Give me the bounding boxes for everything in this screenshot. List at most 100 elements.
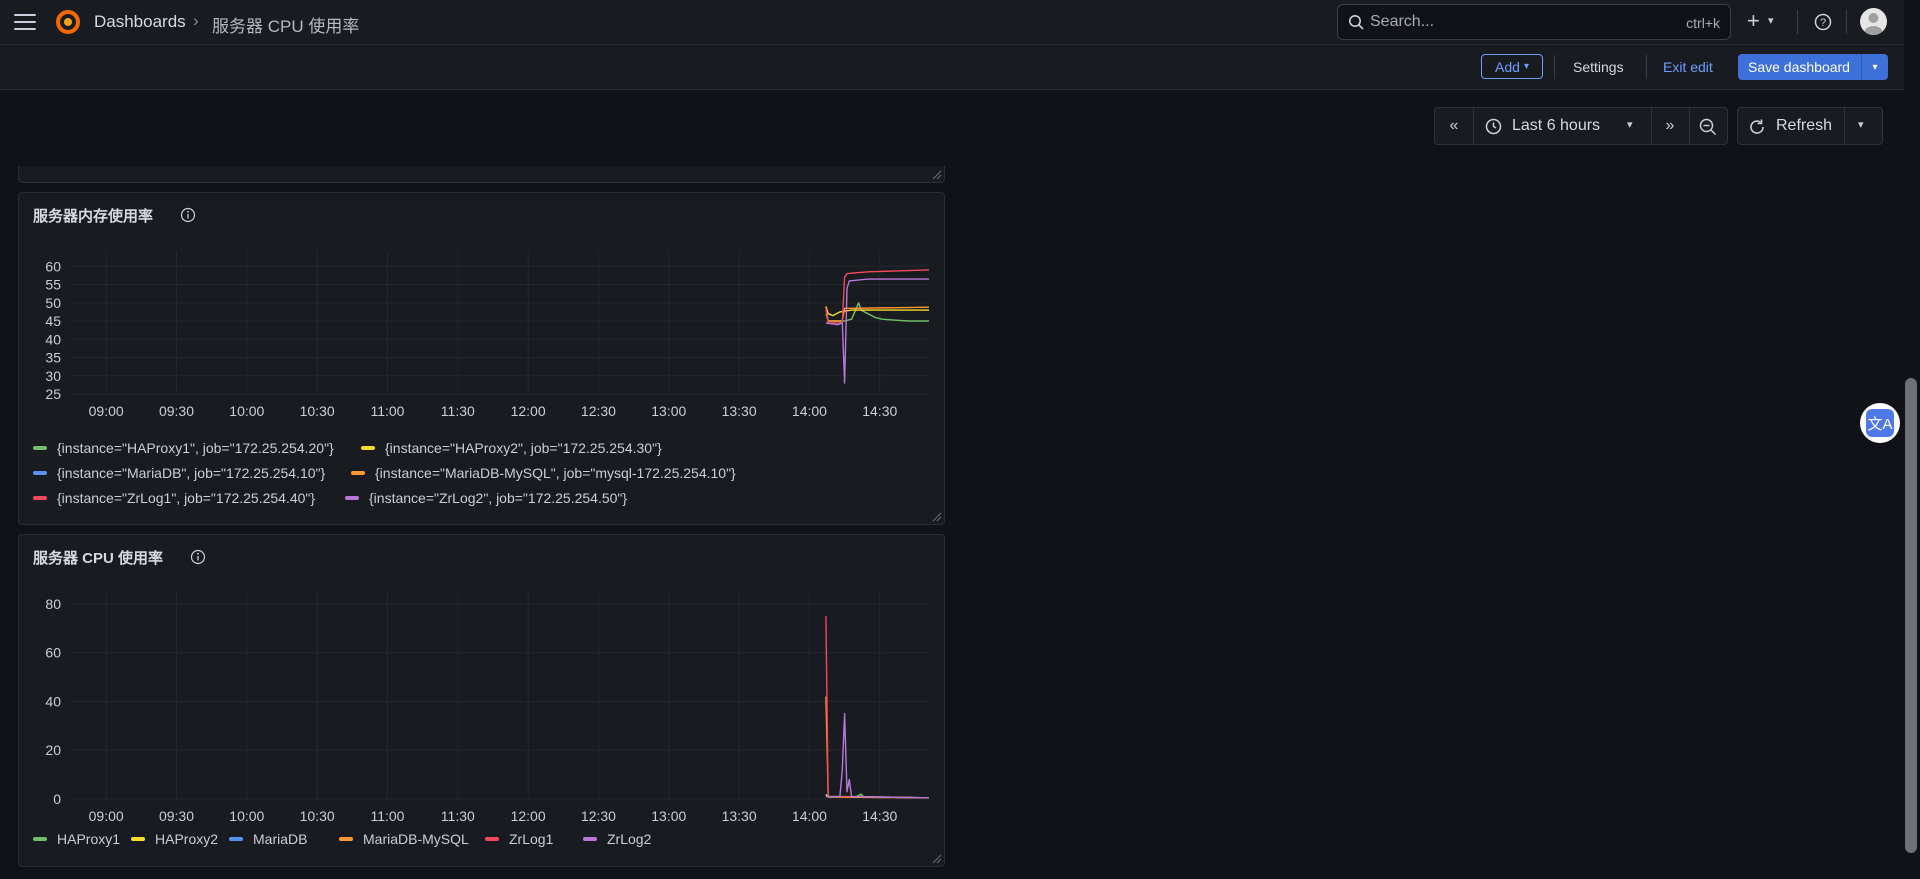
x-tick-label: 10:30	[300, 808, 335, 824]
cpu-line-chart[interactable]: 0 20 40 60 80 09:00 09:30 10:00 10:30 11:00 11:30 1…	[19, 585, 944, 825]
x-tick-label: 11:00	[370, 808, 404, 824]
legend-swatch	[33, 471, 47, 475]
resize-handle-icon[interactable]	[932, 170, 942, 180]
series-line[interactable]	[825, 269, 930, 324]
exit-edit-button[interactable]: Exit edit	[1663, 59, 1713, 75]
panel-previous	[18, 166, 945, 183]
settings-button[interactable]: Settings	[1573, 59, 1624, 75]
zoom-out-icon[interactable]	[1699, 118, 1717, 136]
search-input[interactable]: Search... ctrl+k	[1337, 4, 1731, 40]
refresh-button[interactable]: Refresh	[1776, 117, 1832, 135]
y-tick-label: 40	[45, 331, 61, 347]
time-picker-group: « Last 6 hours ▾ »	[1434, 107, 1728, 145]
legend-label: {instance="MariaDB", job="172.25.254.10"…	[57, 465, 326, 481]
x-tick-label: 10:00	[229, 808, 264, 824]
divider	[1846, 10, 1847, 34]
breadcrumb-current: 服务器 CPU 使用率	[212, 17, 360, 36]
legend-swatch	[33, 446, 47, 450]
resize-handle-icon[interactable]	[932, 854, 942, 864]
legend-label: {instance="MariaDB-MySQL", job="mysql-17…	[375, 465, 736, 481]
breadcrumb-dashboards-link[interactable]: Dashboards	[94, 12, 186, 32]
dashboard-edit-toolbar: Add ▾ Settings Exit edit Save dashboard …	[0, 45, 1920, 90]
x-tick-label: 09:00	[89, 808, 124, 824]
legend-item[interactable]: ZrLog1	[485, 831, 553, 847]
x-tick-label: 09:30	[159, 808, 194, 824]
legend-label: {instance="HAProxy2", job="172.25.254.30…	[385, 440, 662, 456]
translate-floating-button[interactable]: 文A	[1860, 403, 1900, 443]
x-tick-label: 14:00	[792, 808, 827, 824]
save-dashboard-button[interactable]: Save dashboard ▾	[1738, 54, 1888, 80]
x-tick-label: 13:00	[651, 808, 686, 824]
save-options-chevron-icon[interactable]: ▾	[1861, 54, 1888, 80]
chevron-down-icon[interactable]: ▾	[1768, 14, 1774, 27]
refresh-interval-chevron-icon[interactable]: ▾	[1858, 118, 1864, 131]
y-tick-label: 30	[45, 368, 61, 384]
legend-item[interactable]: HAProxy1	[33, 831, 120, 847]
legend-label: HAProxy1	[57, 831, 121, 847]
search-placeholder: Search...	[1370, 13, 1435, 30]
x-tick-label: 12:00	[511, 808, 546, 824]
legend-item[interactable]: {instance="ZrLog1", job="172.25.254.40"}	[33, 490, 315, 506]
x-tick-label: 12:30	[581, 808, 616, 824]
legend-item[interactable]: {instance="HAProxy2", job="172.25.254.30…	[361, 440, 662, 456]
grafana-logo-icon[interactable]	[55, 9, 81, 35]
refresh-icon[interactable]	[1748, 118, 1766, 136]
breadcrumb-chevron-icon: ›	[193, 11, 199, 30]
series-line[interactable]	[825, 712, 930, 799]
time-range-label[interactable]: Last 6 hours	[1512, 117, 1600, 135]
y-tick-label: 20	[45, 742, 61, 758]
add-button[interactable]: Add ▾	[1481, 54, 1543, 79]
chevron-down-icon: ▾	[1523, 61, 1529, 72]
refresh-group: Refresh ▾	[1737, 107, 1883, 145]
y-tick-label: 25	[45, 386, 61, 402]
search-shortcut: ctrl+k	[1686, 15, 1720, 31]
legend-item[interactable]: {instance="MariaDB-MySQL", job="mysql-17…	[351, 465, 736, 481]
memory-line-chart[interactable]: 25 30 35 40 45 50 55 60 09:00 09:30 10:00 10:30 11:0…	[19, 243, 944, 423]
new-plus-icon[interactable]: +	[1747, 8, 1760, 34]
series-line[interactable]	[825, 306, 930, 322]
resize-handle-icon[interactable]	[932, 512, 942, 522]
chevron-down-icon[interactable]: ▾	[1627, 118, 1633, 131]
legend-label: {instance="ZrLog2", job="172.25.254.50"}	[369, 490, 628, 506]
avatar[interactable]	[1860, 8, 1887, 35]
legend-swatch	[345, 496, 359, 500]
legend-item[interactable]: {instance="ZrLog2", job="172.25.254.50"}	[345, 490, 627, 506]
save-dashboard-label: Save dashboard	[1748, 59, 1850, 75]
series-line[interactable]	[825, 616, 930, 799]
info-icon[interactable]	[180, 207, 196, 223]
panel-cpu-usage[interactable]: 服务器 CPU 使用率 0 20 40 60 80 09:00 09:30 10:00 10:3…	[18, 534, 945, 867]
menu-icon[interactable]	[14, 14, 36, 30]
x-tick-label: 11:30	[441, 808, 475, 824]
legend-swatch	[33, 496, 47, 500]
scrollbar-thumb[interactable]	[1905, 378, 1917, 853]
legend-label: MariaDB-MySQL	[363, 831, 469, 847]
series-line[interactable]	[825, 278, 929, 384]
legend-item[interactable]: MariaDB-MySQL	[339, 831, 469, 847]
clock-icon	[1485, 118, 1502, 135]
legend-swatch	[339, 837, 353, 841]
svg-text:?: ?	[1820, 17, 1826, 29]
x-tick-label: 13:30	[722, 808, 757, 824]
legend-swatch	[361, 446, 375, 450]
time-shift-back-icon[interactable]: «	[1435, 108, 1473, 144]
y-tick-label: 35	[45, 350, 61, 366]
y-tick-label: 60	[45, 645, 61, 661]
legend-item[interactable]: {instance="MariaDB", job="172.25.254.10"…	[33, 465, 325, 481]
panel-memory-usage[interactable]: 服务器内存使用率 25 30 35 40 45 50 55 60 09:00 09:30 10:00…	[18, 192, 945, 525]
x-tick-label: 10:30	[300, 403, 335, 419]
divider	[1646, 55, 1647, 79]
divider	[1797, 10, 1798, 34]
legend-item[interactable]: {instance="HAProxy1", job="172.25.254.20…	[33, 440, 334, 456]
legend-label: HAProxy2	[155, 831, 219, 847]
legend-item[interactable]: HAProxy2	[131, 831, 218, 847]
legend-label: {instance="ZrLog1", job="172.25.254.40"}	[57, 490, 316, 506]
legend-swatch	[485, 837, 499, 841]
legend-label: ZrLog1	[509, 831, 554, 847]
info-icon[interactable]	[190, 549, 206, 565]
legend-swatch	[229, 837, 243, 841]
x-tick-label: 09:00	[89, 403, 124, 419]
help-icon[interactable]: ?	[1814, 13, 1832, 31]
legend-item[interactable]: ZrLog2	[583, 831, 651, 847]
time-shift-forward-icon[interactable]: »	[1651, 108, 1689, 144]
legend-item[interactable]: MariaDB	[229, 831, 307, 847]
